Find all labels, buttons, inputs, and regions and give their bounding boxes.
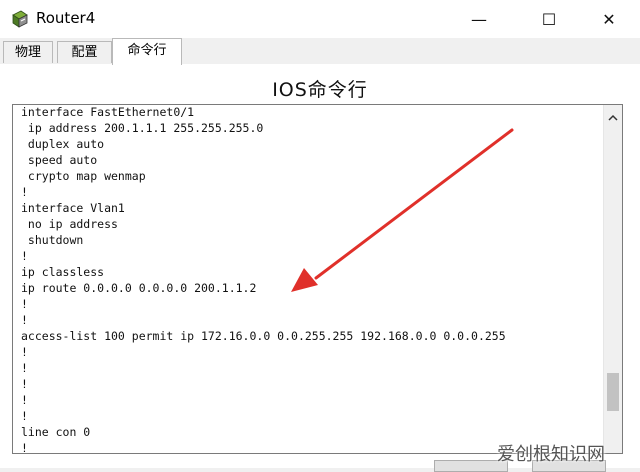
tab-physical[interactable]: 物理 bbox=[3, 41, 53, 63]
minimize-button[interactable]: — bbox=[456, 0, 502, 38]
console-line: ip address 200.1.1.1 255.255.255.0 bbox=[21, 121, 264, 135]
console-line: ! bbox=[21, 377, 28, 391]
console-line: line con 0 bbox=[21, 425, 91, 439]
cli-console[interactable]: interface FastEthernet0/1 ip address 200… bbox=[12, 104, 623, 454]
console-text: interface FastEthernet0/1 ip address 200… bbox=[21, 105, 506, 454]
vertical-scrollbar[interactable] bbox=[603, 105, 622, 453]
window-title: Router4 bbox=[36, 9, 96, 27]
tab-config[interactable]: 配置 bbox=[57, 41, 112, 63]
scroll-thumb[interactable] bbox=[607, 373, 619, 411]
console-line: interface FastEthernet0/1 bbox=[21, 105, 195, 119]
console-line: no ip address bbox=[21, 217, 118, 231]
console-line: ! bbox=[21, 441, 28, 454]
console-line: crypto map wenmap bbox=[21, 169, 146, 183]
maximize-icon: ☐ bbox=[541, 9, 557, 29]
router-app-icon bbox=[12, 10, 28, 28]
close-icon: ✕ bbox=[602, 9, 616, 29]
console-line: ! bbox=[21, 345, 28, 359]
tab-bar: 物理 配置 命令行 bbox=[0, 38, 640, 65]
console-line: ! bbox=[21, 185, 28, 199]
scroll-up-button[interactable] bbox=[604, 109, 622, 125]
console-line: ! bbox=[21, 393, 28, 407]
console-line: ! bbox=[21, 313, 28, 327]
console-line: duplex auto bbox=[21, 137, 105, 151]
minimize-icon: — bbox=[471, 9, 487, 29]
chevron-up-icon bbox=[608, 114, 618, 121]
watermark: 爱创根知识网 bbox=[497, 444, 605, 465]
console-line: ! bbox=[21, 297, 28, 311]
tab-cli[interactable]: 命令行 bbox=[112, 38, 182, 65]
page-title: IOS命令行 bbox=[272, 79, 368, 101]
console-line: interface Vlan1 bbox=[21, 201, 125, 215]
title-bar: Router4 — ☐ ✕ bbox=[0, 0, 640, 38]
console-line: ip classless bbox=[21, 265, 105, 279]
close-button[interactable]: ✕ bbox=[586, 0, 632, 38]
console-line: ip route 0.0.0.0 0.0.0.0 200.1.1.2 bbox=[21, 281, 257, 295]
console-line: access-list 100 permit ip 172.16.0.0 0.0… bbox=[21, 329, 506, 343]
console-line: ! bbox=[21, 361, 28, 375]
console-line: ! bbox=[21, 409, 28, 423]
console-line: ! bbox=[21, 249, 28, 263]
maximize-button[interactable]: ☐ bbox=[526, 0, 572, 38]
console-line: speed auto bbox=[21, 153, 98, 167]
console-line: shutdown bbox=[21, 233, 84, 247]
